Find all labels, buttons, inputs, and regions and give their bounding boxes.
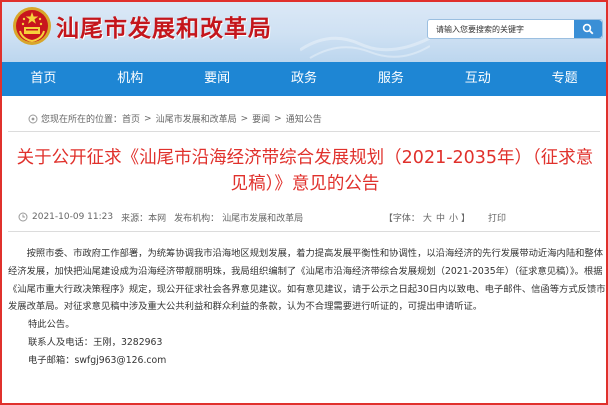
email-line: 电子邮箱：swfgj963@126.com <box>28 354 167 366</box>
divider <box>8 131 600 132</box>
font-size-close-bracket: 】 <box>460 213 470 224</box>
contact-line: 联系人及电话：王刚，3282963 <box>28 336 163 348</box>
search-box <box>427 19 603 39</box>
font-size-large-button[interactable]: 大 <box>423 211 432 224</box>
breadcrumb-separator: > <box>240 113 249 124</box>
article-title: 关于公开征求《汕尾市沿海经济带综合发展规划（2021-2035年）（征求意见稿）… <box>16 148 594 194</box>
site-title: 汕尾市发展和改革局 <box>56 16 272 42</box>
nav-item-interaction[interactable]: 互动 <box>434 62 521 96</box>
closing-line: 特此公告。 <box>28 319 75 331</box>
site-header: 汕尾市发展和改革局 <box>0 0 608 62</box>
breadcrumb-notices[interactable]: 通知公告 <box>286 112 322 125</box>
breadcrumb-prefix: 您现在所在的位置： <box>41 115 123 125</box>
header-decoration <box>300 36 430 59</box>
search-input[interactable] <box>428 20 574 38</box>
search-icon <box>582 23 594 35</box>
main-nav: 首页 机构 要闻 政务 服务 互动 专题 <box>0 62 608 96</box>
national-emblem-icon <box>13 7 51 45</box>
breadcrumb-bureau[interactable]: 汕尾市发展和改革局 <box>156 112 237 125</box>
breadcrumb-home[interactable]: 首页 <box>122 112 140 125</box>
article-source: 来源：本网 <box>121 213 167 224</box>
breadcrumb-news[interactable]: 要闻 <box>252 112 270 125</box>
nav-item-home[interactable]: 首页 <box>0 62 87 96</box>
nav-item-government-affairs[interactable]: 政务 <box>261 62 348 96</box>
divider <box>8 231 600 232</box>
font-size-label: 【字体： <box>383 213 420 224</box>
breadcrumb: 您现在所在的位置： 首页 > 汕尾市发展和改革局 > 要闻 > 通知公告 <box>28 112 322 125</box>
nav-item-organization[interactable]: 机构 <box>87 62 174 96</box>
font-size-medium-button[interactable]: 中 <box>436 211 445 224</box>
nav-item-services[interactable]: 服务 <box>347 62 434 96</box>
article-meta: 2021-10-09 11:23 来源：本网 发布机构： 汕尾市发展和改革局 【… <box>18 206 594 228</box>
print-button[interactable]: 打印 <box>488 211 506 224</box>
article-paragraph: 按照市委、市政府工作部署，为统筹协调我市沿海地区规划发展，着力提高发展平衡性和协… <box>8 248 606 313</box>
breadcrumb-separator: > <box>274 113 282 124</box>
publisher-label: 发布机构： <box>174 213 220 224</box>
publish-date: 2021-10-09 11:23 <box>32 212 114 222</box>
publisher-name: 汕尾市发展和改革局 <box>222 213 304 224</box>
search-button[interactable] <box>574 20 602 38</box>
nav-item-news[interactable]: 要闻 <box>174 62 261 96</box>
font-size-small-button[interactable]: 小 <box>449 211 458 224</box>
nav-item-topics[interactable]: 专题 <box>521 62 608 96</box>
location-icon <box>28 114 38 123</box>
clock-icon <box>18 212 28 222</box>
article-body: 按照市委、市政府工作部署，为统筹协调我市沿海地区规划发展，着力提高发展平衡性和协… <box>8 245 606 370</box>
breadcrumb-separator: > <box>144 113 152 124</box>
